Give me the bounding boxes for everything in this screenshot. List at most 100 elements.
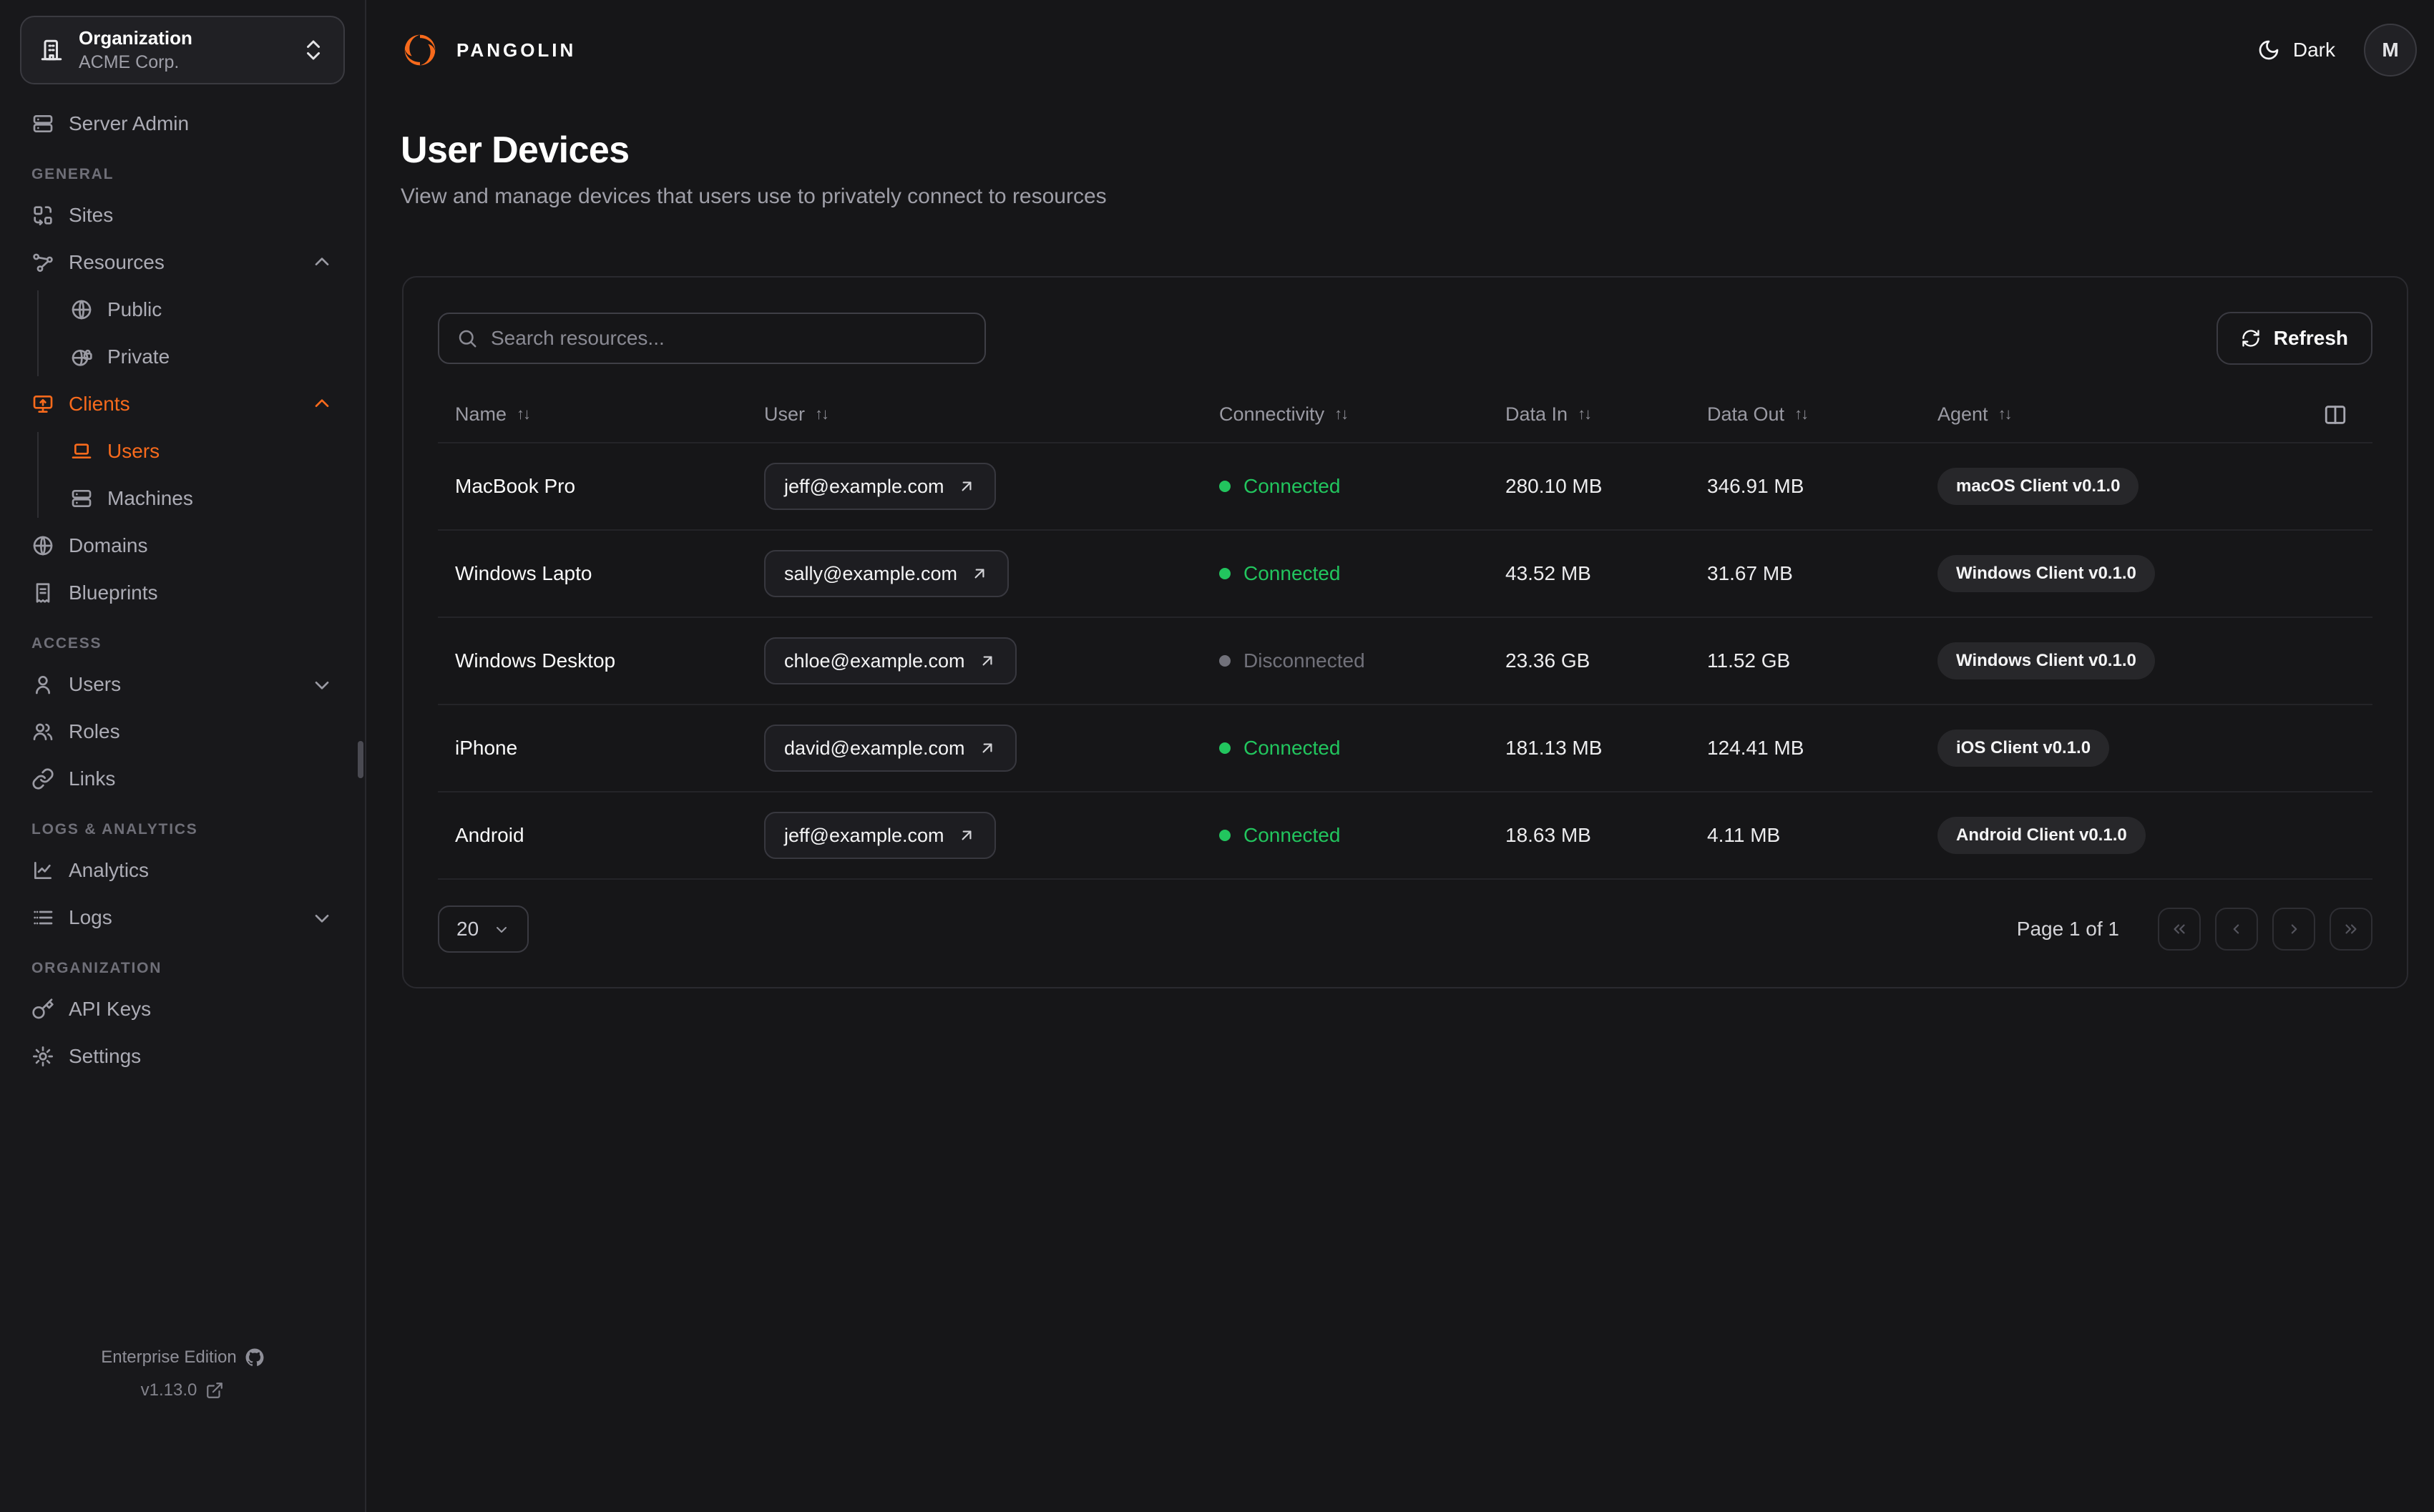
data-out-value: 31.67 MB [1707, 562, 1793, 584]
chevron-down-icon [497, 927, 507, 933]
sidebar-item-resources[interactable]: Resources [20, 243, 345, 282]
server-icon [33, 115, 53, 132]
page-title: User Devices [401, 129, 630, 171]
user-link-button[interactable]: jeff@example.com [764, 812, 996, 859]
sort-icon: ↑↓ [1578, 405, 1592, 423]
chevron-up-icon [315, 257, 329, 265]
table-row: Windows Desktop chloe@example.com Discon… [438, 618, 2372, 705]
brand[interactable]: PANGOLIN [401, 31, 576, 69]
moon-icon [2259, 40, 2279, 60]
sidebar-item-label: API Keys [69, 998, 152, 1020]
user-link-button[interactable]: jeff@example.com [764, 463, 996, 510]
sidebar-item-client-users[interactable]: Users [59, 432, 345, 471]
sidebar-item-settings[interactable]: Settings [20, 1037, 345, 1076]
sidebar: Organization ACME Corp. Server Admin GEN… [0, 0, 366, 1512]
page-header: User Devices View and manage devices tha… [366, 100, 2434, 209]
globe-icon [72, 300, 92, 320]
refresh-icon [2242, 330, 2259, 347]
columns-toggle-button[interactable] [2318, 398, 2352, 432]
connectivity-status: Connected [1219, 475, 1488, 498]
sidebar-item-api-keys[interactable]: API Keys [20, 990, 345, 1029]
waypoints-icon [33, 253, 53, 273]
version-label: v1.13.0 [140, 1380, 197, 1400]
sidebar-item-server-admin[interactable]: Server Admin [20, 104, 345, 143]
sort-icon: ↑↓ [1794, 405, 1809, 423]
column-header-data-out[interactable]: Data Out ↑↓ [1690, 403, 1920, 426]
sidebar-item-label: Private [107, 345, 170, 368]
resources-subgroup: Public Private [37, 290, 345, 376]
theme-toggle-label: Dark [2292, 39, 2335, 61]
sidebar-item-clients[interactable]: Clients [20, 385, 345, 423]
sidebar-item-label: Domains [69, 534, 148, 556]
next-page-button[interactable] [2272, 908, 2315, 951]
column-header-agent[interactable]: Agent ↑↓ [1920, 403, 2372, 426]
column-header-user[interactable]: User ↑↓ [747, 403, 1202, 426]
user-link-button[interactable]: chloe@example.com [764, 637, 1017, 684]
chevron-down-icon [315, 915, 329, 923]
chevrons-right-icon [2345, 924, 2357, 934]
edition-line[interactable]: Enterprise Edition [0, 1347, 365, 1368]
arrow-up-right-icon [962, 481, 972, 491]
sort-icon: ↑↓ [815, 405, 829, 423]
sidebar-item-analytics[interactable]: Analytics [20, 851, 345, 890]
arrow-up-right-icon [974, 569, 984, 579]
arrow-up-right-icon [982, 656, 992, 666]
sidebar-item-sites[interactable]: Sites [20, 196, 345, 235]
chevrons-up-down-icon [307, 40, 320, 60]
sidebar-scrollbar[interactable] [358, 741, 363, 778]
sidebar-item-blueprints[interactable]: Blueprints [20, 574, 345, 612]
column-header-name[interactable]: Name ↑↓ [438, 403, 747, 426]
version-line[interactable]: v1.13.0 [0, 1380, 365, 1400]
sidebar-item-public[interactable]: Public [59, 290, 345, 329]
device-name: Windows Desktop [455, 649, 616, 672]
chevron-left-icon [2233, 924, 2239, 934]
status-dot [1219, 481, 1231, 492]
sidebar-item-links[interactable]: Links [20, 760, 345, 798]
search-icon [459, 330, 476, 348]
user-link-button[interactable]: david@example.com [764, 725, 1017, 772]
sidebar-item-domains[interactable]: Domains [20, 526, 345, 565]
sidebar-item-logs[interactable]: Logs [20, 898, 345, 937]
device-name: Android [455, 824, 524, 846]
sidebar-item-label: Server Admin [69, 112, 190, 134]
section-logs-analytics: LOGS & ANALYTICS [31, 821, 198, 838]
avatar[interactable]: M [2364, 24, 2417, 77]
combine-icon [34, 206, 52, 225]
sidebar-item-machines[interactable]: Machines [59, 479, 345, 518]
last-page-button[interactable] [2330, 908, 2372, 951]
sort-icon: ↑↓ [517, 405, 531, 423]
status-dot [1219, 655, 1231, 667]
key-icon [32, 998, 54, 1019]
laptop-icon [72, 443, 92, 458]
prev-page-button[interactable] [2215, 908, 2258, 951]
sidebar-item-label: Sites [69, 204, 114, 226]
sidebar-item-private[interactable]: Private [59, 338, 345, 376]
section-organization: ORGANIZATION [31, 960, 162, 976]
logs-icon [34, 910, 53, 925]
table-row: iPhone david@example.com Connected 181.1… [438, 705, 2372, 792]
brand-name: PANGOLIN [456, 39, 577, 61]
sidebar-item-users[interactable]: Users [20, 665, 345, 704]
table-header: Name ↑↓ User ↑↓ Connectivity ↑↓ Data In ↑↓ D… [438, 386, 2372, 443]
theme-toggle[interactable]: Dark [2257, 39, 2335, 62]
org-switcher[interactable]: Organization ACME Corp. [20, 16, 345, 84]
arrow-up-right-icon [982, 743, 992, 753]
refresh-button[interactable]: Refresh [2216, 312, 2372, 365]
data-out-value: 124.41 MB [1707, 737, 1804, 759]
first-page-button[interactable] [2158, 908, 2201, 951]
user-link-button[interactable]: sally@example.com [764, 550, 1009, 597]
connectivity-status: Connected [1219, 737, 1488, 760]
page-size-select[interactable]: 20 [438, 905, 529, 953]
agent-badge: macOS Client v0.1.0 [1937, 468, 2139, 505]
org-switcher-value: ACME Corp. [79, 51, 180, 72]
search-input[interactable] [491, 327, 967, 350]
column-header-connectivity[interactable]: Connectivity ↑↓ [1202, 403, 1488, 426]
column-header-data-in[interactable]: Data In ↑↓ [1488, 403, 1690, 426]
sidebar-footer: Enterprise Edition v1.13.0 [0, 1347, 365, 1400]
page-subtitle: View and manage devices that users use t… [401, 185, 1107, 208]
sidebar-item-label: Roles [69, 720, 120, 742]
chevron-up-icon [315, 399, 329, 407]
section-general: GENERAL [31, 166, 114, 182]
main-area: PANGOLIN Dark M User Devices View and ma… [366, 0, 2434, 1512]
sidebar-item-roles[interactable]: Roles [20, 712, 345, 751]
